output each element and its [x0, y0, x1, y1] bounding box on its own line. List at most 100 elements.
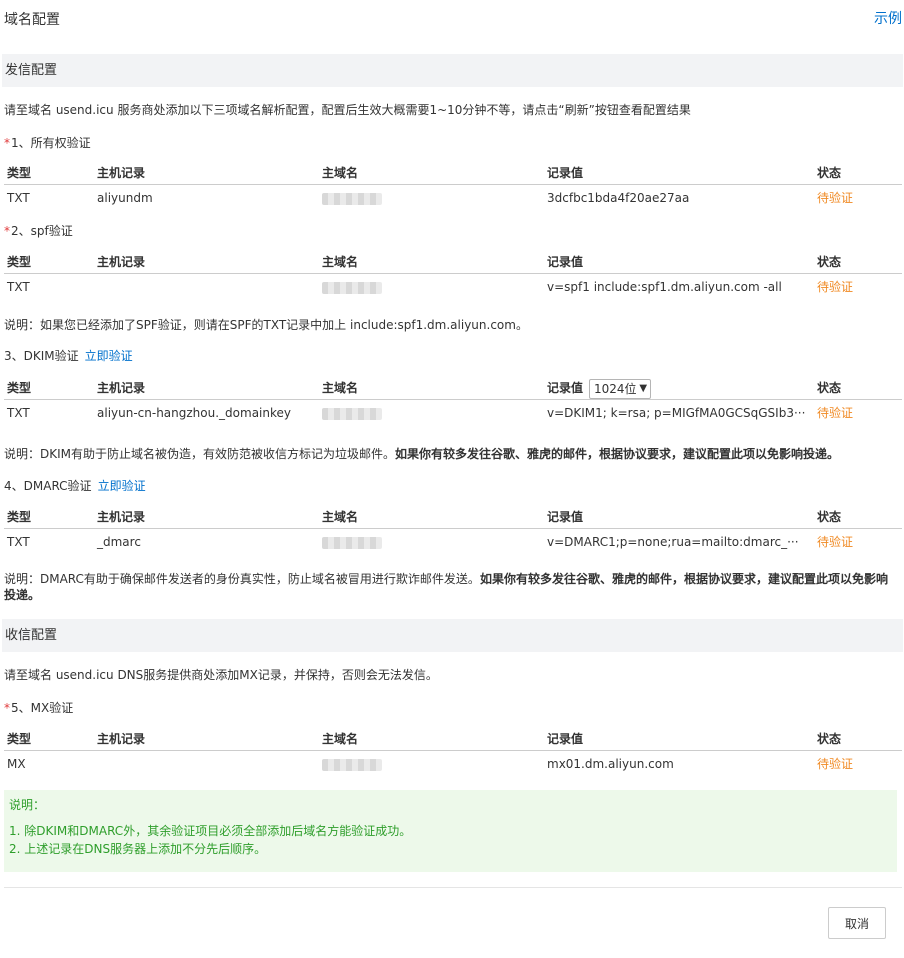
dkim-note: 说明：DKIM有助于防止域名被伪造，有效防范被收信方标记为垃圾邮件。如果你有较多… [4, 445, 839, 462]
col-domain: 主域名 [322, 381, 359, 395]
col-host: 主机记录 [97, 510, 146, 524]
col-domain: 主域名 [322, 732, 359, 746]
required-star: * [4, 701, 10, 715]
col-value: 记录值 [547, 255, 584, 269]
col-domain: 主域名 [322, 255, 359, 269]
footer-divider [4, 887, 902, 888]
dkim-title: 3、DKIM验证 立即验证 [4, 347, 133, 364]
table-row: TXT v=spf1 include:spf1.dm.aliyun.com -a… [4, 274, 902, 301]
row-domain-blurred [322, 529, 382, 556]
row-status: 待验证 [817, 757, 854, 771]
mx-title: *5、MX验证 [4, 699, 73, 716]
example-link[interactable]: 示例 [874, 8, 902, 28]
spf-table: 类型 主机记录 主域名 记录值 状态 TXT v=spf1 include:sp… [4, 250, 902, 301]
col-host: 主机记录 [97, 255, 146, 269]
col-status: 状态 [817, 732, 842, 746]
table-header: 类型 主机记录 主域名 记录值 1024位 ▼ 状态 [4, 376, 902, 400]
spf-note: 说明：如果您已经添加了SPF验证，则请在SPF的TXT记录中加上 include… [4, 318, 528, 332]
row-status: 待验证 [817, 280, 854, 294]
dmarc-title: 4、DMARC验证 立即验证 [4, 477, 146, 494]
col-status: 状态 [817, 510, 842, 524]
chevron-down-icon: ▼ [639, 382, 648, 394]
col-type: 类型 [7, 732, 32, 746]
note-item: 1. 除DKIM和DMARC外，其余验证项目必须全部添加后域名方能验证成功。 [9, 824, 412, 838]
row-domain-blurred [322, 185, 382, 212]
receive-intro-text: 请至域名 usend.icu DNS服务提供商处添加MX记录，并保持，否则会无法… [4, 668, 438, 682]
row-host: aliyun-cn-hangzhou._domainkey [97, 406, 291, 420]
table-row: TXT _dmarc v=DMARC1;p=none;rua=mailto:dm… [4, 529, 902, 556]
col-type: 类型 [7, 381, 32, 395]
dmarc-table: 类型 主机记录 主域名 记录值 状态 TXT _dmarc v=DMARC1;p… [4, 505, 902, 556]
col-value-with-select: 记录值 1024位 ▼ [547, 376, 652, 400]
dkim-verify-link[interactable]: 立即验证 [85, 349, 133, 363]
dmarc-verify-link[interactable]: 立即验证 [98, 479, 146, 493]
table-header: 类型 主机记录 主域名 记录值 状态 [4, 161, 902, 185]
col-value: 记录值 [547, 381, 584, 395]
spf-title-text: 2、spf验证 [11, 224, 73, 238]
required-star: * [4, 136, 10, 150]
col-domain: 主域名 [322, 166, 359, 180]
col-status: 状态 [817, 381, 842, 395]
send-intro-text: 请至域名 usend.icu 服务商处添加以下三项域名解析配置，配置后生效大概需… [4, 103, 691, 117]
ownership-title: *1、所有权验证 [4, 134, 91, 151]
row-domain-blurred [322, 274, 382, 301]
note-title: 说明： [9, 798, 46, 812]
table-row: MX mx01.dm.aliyun.com 待验证 [4, 751, 902, 778]
table-header: 类型 主机记录 主域名 记录值 状态 [4, 505, 902, 529]
table-row: TXT aliyundm 3dcfbc1bda4f20ae27aa 待验证 [4, 185, 902, 212]
ownership-title-text: 1、所有权验证 [11, 136, 91, 150]
col-host: 主机记录 [97, 732, 146, 746]
col-status: 状态 [817, 255, 842, 269]
row-type: TXT [7, 406, 30, 420]
col-type: 类型 [7, 166, 32, 180]
dmarc-title-text: 4、DMARC验证 [4, 479, 92, 493]
col-host: 主机记录 [97, 381, 146, 395]
row-type: TXT [7, 191, 30, 205]
page-title: 域名配置 [4, 12, 60, 28]
row-status: 待验证 [817, 406, 854, 420]
row-value: v=spf1 include:spf1.dm.aliyun.com -all [547, 280, 782, 294]
receive-config-header: 收信配置 [2, 619, 903, 652]
row-value: v=DKIM1; k=rsa; p=MIGfMA0GCSqGSIb3··· [547, 406, 806, 420]
col-host: 主机记录 [97, 166, 146, 180]
ownership-table: 类型 主机记录 主域名 记录值 状态 TXT aliyundm 3dcfbc1b… [4, 161, 902, 212]
dkim-title-text: 3、DKIM验证 [4, 349, 79, 363]
dkim-table: 类型 主机记录 主域名 记录值 1024位 ▼ 状态 TXT aliyun-cn-h… [4, 376, 902, 427]
key-length-value: 1024位 [594, 381, 637, 396]
col-type: 类型 [7, 510, 32, 524]
row-type: MX [7, 757, 26, 771]
row-host: aliyundm [97, 191, 153, 205]
required-star: * [4, 224, 10, 238]
table-header: 类型 主机记录 主域名 记录值 状态 [4, 250, 902, 274]
row-value: mx01.dm.aliyun.com [547, 757, 674, 771]
table-row: TXT aliyun-cn-hangzhou._domainkey v=DKIM… [4, 400, 902, 427]
row-value: 3dcfbc1bda4f20ae27aa [547, 191, 690, 205]
row-status: 待验证 [817, 191, 854, 205]
spf-title: *2、spf验证 [4, 222, 73, 239]
row-domain-blurred [322, 400, 382, 427]
col-value: 记录值 [547, 510, 584, 524]
col-value: 记录值 [547, 732, 584, 746]
col-status: 状态 [817, 166, 842, 180]
mx-title-text: 5、MX验证 [11, 701, 74, 715]
cancel-button[interactable]: 取消 [828, 907, 886, 939]
row-domain-blurred [322, 751, 382, 778]
col-type: 类型 [7, 255, 32, 269]
row-host: _dmarc [97, 535, 141, 549]
dkim-note-bold: 如果你有较多发往谷歌、雅虎的邮件，根据协议要求，建议配置此项以免影响投递。 [395, 447, 840, 461]
row-type: TXT [7, 280, 30, 294]
dmarc-note: 说明：DMARC有助于确保邮件发送者的身份真实性，防止域名被冒用进行欺诈邮件发送… [4, 571, 899, 603]
col-domain: 主域名 [322, 510, 359, 524]
dkim-note-text: 说明：DKIM有助于防止域名被伪造，有效防范被收信方标记为垃圾邮件。 [4, 447, 396, 461]
key-length-select[interactable]: 1024位 ▼ [589, 378, 652, 399]
row-type: TXT [7, 535, 30, 549]
row-status: 待验证 [817, 535, 854, 549]
dmarc-note-text: 说明：DMARC有助于确保邮件发送者的身份真实性，防止域名被冒用进行欺诈邮件发送… [4, 572, 480, 586]
mx-table: 类型 主机记录 主域名 记录值 状态 MX mx01.dm.aliyun.com… [4, 727, 902, 778]
row-value: v=DMARC1;p=none;rua=mailto:dmarc_··· [547, 535, 799, 549]
col-value: 记录值 [547, 166, 584, 180]
send-config-header: 发信配置 [2, 54, 903, 87]
info-note-box: 说明： 1. 除DKIM和DMARC外，其余验证项目必须全部添加后域名方能验证成… [4, 790, 897, 872]
table-header: 类型 主机记录 主域名 记录值 状态 [4, 727, 902, 751]
note-item: 2. 上述记录在DNS服务器上添加不分先后顺序。 [9, 842, 267, 856]
